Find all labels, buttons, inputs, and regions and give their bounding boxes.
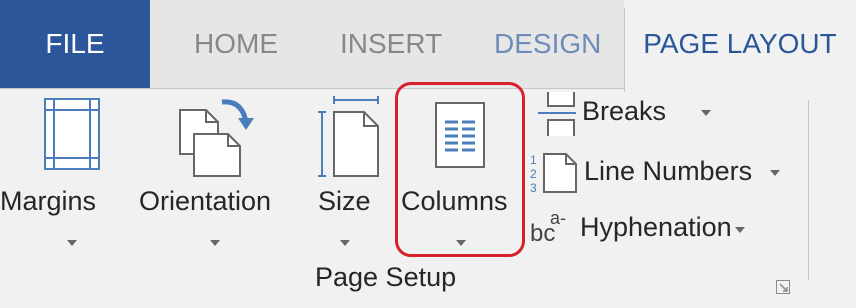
ribbon-tab-bar: FILE HOME INSERT DESIGN PAGE LAYOUT <box>0 0 856 92</box>
tab-file[interactable]: FILE <box>0 0 150 88</box>
size-button[interactable]: Size <box>318 186 371 217</box>
size-dropdown-icon[interactable] <box>340 240 350 246</box>
tab-home[interactable]: HOME <box>194 0 278 88</box>
margins-dropdown-icon[interactable] <box>67 240 77 246</box>
line-numbers-icon: 1 2 3 <box>530 153 577 194</box>
svg-text:3: 3 <box>530 181 537 194</box>
group-label-page-setup: Page Setup <box>315 262 457 292</box>
tab-insert[interactable]: INSERT <box>340 0 442 88</box>
columns-highlight-box <box>395 82 525 257</box>
line-numbers-button[interactable]: Line Numbers <box>584 156 752 187</box>
svg-text:2: 2 <box>530 167 537 181</box>
breaks-icon <box>538 92 576 136</box>
line-numbers-dropdown-icon[interactable] <box>770 170 780 176</box>
hyphenation-button[interactable]: Hyphenation <box>580 212 732 243</box>
orientation-button[interactable]: Orientation <box>139 186 271 217</box>
tab-page-layout[interactable]: PAGE LAYOUT <box>624 0 856 92</box>
breaks-button[interactable]: Breaks <box>582 96 666 127</box>
hyphenation-dropdown-icon[interactable] <box>735 227 745 233</box>
tab-divider <box>0 88 624 89</box>
tab-design[interactable]: DESIGN <box>494 0 601 88</box>
hyphenation-glyph: bc <box>530 220 556 247</box>
group-separator <box>808 100 809 280</box>
margins-icon <box>44 98 100 170</box>
size-icon <box>318 96 379 177</box>
svg-text:1: 1 <box>530 153 537 167</box>
breaks-dropdown-icon[interactable] <box>701 110 711 116</box>
margins-button[interactable]: Margins <box>0 186 96 217</box>
hyphenation-icon: a- bc <box>526 208 578 248</box>
orientation-dropdown-icon[interactable] <box>210 240 220 246</box>
dialog-launcher-icon[interactable] <box>776 280 790 294</box>
orientation-icon <box>179 99 254 177</box>
